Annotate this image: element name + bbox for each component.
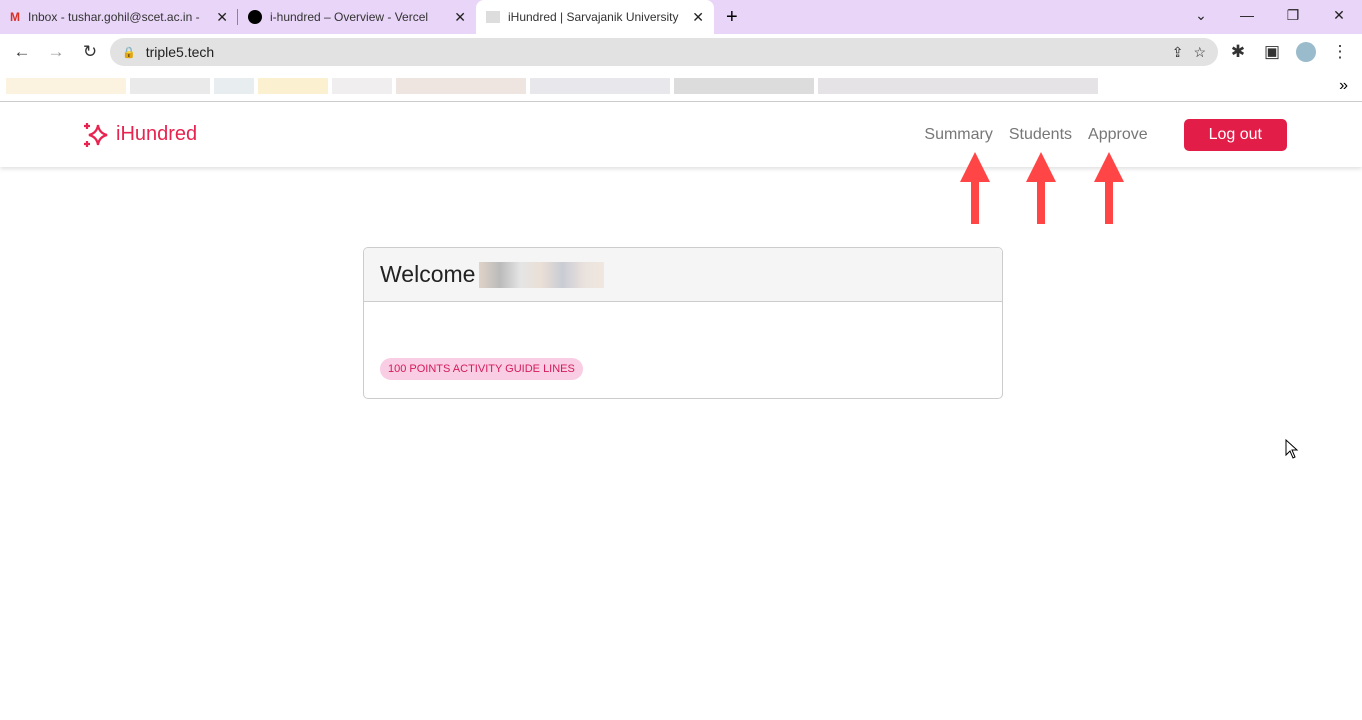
annotation-arrow-icon <box>960 152 990 224</box>
welcome-heading: Welcome <box>380 261 476 287</box>
vercel-icon <box>248 10 262 24</box>
more-bookmarks-icon[interactable]: » <box>1339 77 1348 95</box>
bookmarks-bar: » <box>0 70 1362 102</box>
welcome-card: Welcome 100 POINTS ACTIVITY GUIDE LINES <box>363 247 1003 399</box>
minimize-button[interactable]: — <box>1224 0 1270 30</box>
close-window-button[interactable]: ✕ <box>1316 0 1362 30</box>
logout-button[interactable]: Log out <box>1183 118 1287 151</box>
annotation-arrow-icon <box>1026 152 1056 224</box>
tab-ihundred[interactable]: iHundred | Sarvajanik University ✕ <box>476 0 714 34</box>
annotation-arrow-icon <box>1094 152 1124 224</box>
menu-icon[interactable]: ⋮ <box>1326 38 1354 66</box>
close-tab-icon[interactable]: ✕ <box>216 9 228 26</box>
reload-button[interactable]: ↻ <box>76 38 104 66</box>
sparkle-icon <box>84 122 108 147</box>
nav-approve[interactable]: Approve <box>1088 126 1148 144</box>
mouse-cursor-icon <box>1285 439 1299 459</box>
address-bar[interactable]: 🔒 triple5.tech ⇪ ☆ <box>110 38 1218 66</box>
bookmark-star-icon[interactable]: ☆ <box>1193 44 1206 61</box>
restore-button[interactable]: ❐ <box>1270 0 1316 30</box>
guidelines-badge[interactable]: 100 POINTS ACTIVITY GUIDE LINES <box>380 358 583 380</box>
nav-students[interactable]: Students <box>1009 126 1072 144</box>
extensions-icon[interactable]: ✱ <box>1224 38 1252 66</box>
tab-vercel[interactable]: i-hundred – Overview - Vercel ✕ <box>238 0 476 34</box>
close-tab-icon[interactable]: ✕ <box>454 9 466 26</box>
close-tab-icon[interactable]: ✕ <box>692 9 704 26</box>
back-button[interactable]: ← <box>8 38 36 66</box>
forward-button[interactable]: → <box>42 38 70 66</box>
side-panel-icon[interactable]: ▣ <box>1258 38 1286 66</box>
share-icon[interactable]: ⇪ <box>1172 44 1184 61</box>
redacted-name <box>479 261 605 288</box>
profile-avatar[interactable] <box>1292 38 1320 66</box>
lock-icon: 🔒 <box>122 46 136 59</box>
navbar: iHundred Summary Students Approve Log ou… <box>0 102 1362 167</box>
nav-summary[interactable]: Summary <box>924 126 992 144</box>
new-tab-button[interactable]: + <box>714 0 750 34</box>
tab-gmail[interactable]: M Inbox - tushar.gohil@scet.ac.in - ✕ <box>0 0 238 34</box>
site-favicon <box>486 11 500 23</box>
brand-logo[interactable]: iHundred <box>82 121 197 149</box>
gmail-icon: M <box>10 10 20 24</box>
tab-search-icon[interactable]: ⌄ <box>1178 0 1224 30</box>
tab-strip: M Inbox - tushar.gohil@scet.ac.in - ✕ i-hu… <box>0 0 1362 34</box>
